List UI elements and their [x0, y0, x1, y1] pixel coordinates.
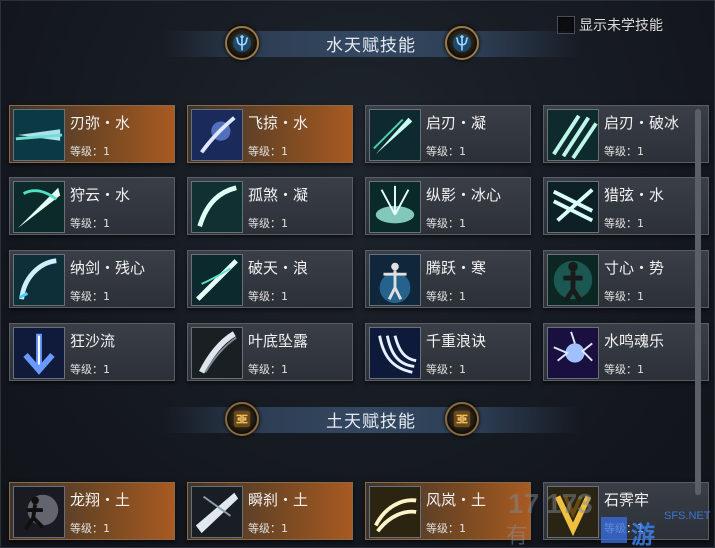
water-trident-icon	[225, 26, 259, 60]
skill-card[interactable]: 猎弦・水等级：1	[543, 177, 709, 235]
skill-name: 猎弦・水	[604, 186, 665, 204]
skill-level: 等级：1	[426, 522, 466, 535]
triple-blade-icon	[547, 109, 599, 161]
skill-level: 等级：1	[604, 217, 644, 230]
show-unlearned-label: 显示未学技能	[579, 18, 663, 34]
skill-card[interactable]: 叶底坠露等级：1	[187, 323, 353, 381]
earth-sigil-icon	[225, 402, 259, 436]
skill-level: 等级：1	[70, 363, 110, 376]
skill-level: 等级：1	[248, 522, 288, 535]
skill-level: 等级：1	[604, 290, 644, 303]
blade-strike-icon	[13, 109, 65, 161]
skill-card[interactable]: 腾跃・寒等级：1	[365, 250, 531, 308]
skill-name: 纳剑・残心	[70, 259, 146, 277]
site-watermark: 17 173 有 游 SFS.NET	[506, 483, 715, 548]
skill-level: 等级：1	[70, 145, 110, 158]
stance-figure-icon	[547, 254, 599, 306]
section-header-water: 水天赋技能	[161, 23, 581, 63]
skill-card[interactable]: 纵影・冰心等级：1	[365, 177, 531, 235]
skill-card[interactable]: 孤煞・凝等级：1	[187, 177, 353, 235]
skill-name: 启刃・破冰	[604, 114, 680, 132]
skill-level: 等级：1	[604, 145, 644, 158]
cloud-hunt-icon	[13, 181, 65, 233]
lone-slash-icon	[191, 181, 243, 233]
svg-text:17: 17	[508, 488, 539, 519]
dragon-dash-icon	[13, 486, 65, 538]
skill-card[interactable]: 千重浪诀等级：1	[365, 323, 531, 381]
skill-name: 孤煞・凝	[248, 186, 309, 204]
wave-claw-icon	[369, 327, 421, 379]
skill-name: 龙翔・土	[70, 491, 131, 509]
skill-name: 刃弥・水	[70, 114, 131, 132]
skill-card[interactable]: 狂沙流等级：1	[9, 323, 175, 381]
skill-name: 纵影・冰心	[426, 186, 502, 204]
skill-card[interactable]: 瞬刹・土等级：1	[187, 482, 353, 540]
skill-name: 瞬刹・土	[248, 491, 309, 509]
skill-card[interactable]: 破天・浪等级：1	[187, 250, 353, 308]
svg-text:有: 有	[506, 524, 528, 548]
svg-text:SFS.NET: SFS.NET	[664, 510, 711, 522]
skill-panel: 显示未学技能 水天赋技能 刃弥・水 等级：1 飞掠・水 等级：1 启刃・凝 等级：1 启刃・…	[0, 0, 715, 548]
skill-level: 等级：1	[426, 290, 466, 303]
skill-level: 等级：1	[248, 363, 288, 376]
skill-name: 寸心・势	[604, 259, 665, 277]
skill-level: 等级：1	[604, 363, 644, 376]
skill-level: 等级：1	[426, 363, 466, 376]
svg-text:173: 173	[546, 488, 593, 519]
lightning-orb-icon	[547, 327, 599, 379]
skill-card[interactable]: 龙翔・土等级：1	[9, 482, 175, 540]
skill-level: 等级：1	[248, 217, 288, 230]
section-title-earth: 土天赋技能	[326, 411, 416, 432]
skill-card[interactable]: 刃弥・水等级：1	[9, 105, 175, 163]
skill-name: 启刃・凝	[426, 114, 487, 132]
skill-name: 狂沙流	[70, 332, 116, 350]
skill-name: 水鸣魂乐	[604, 332, 665, 350]
skill-name: 破天・浪	[248, 259, 309, 277]
skill-card[interactable]: 启刃・破冰等级：1	[543, 105, 709, 163]
skill-card[interactable]: 狩云・水等级：1	[9, 177, 175, 235]
skill-level: 等级：1	[426, 217, 466, 230]
falling-dew-icon	[191, 327, 243, 379]
scrollbar[interactable]	[695, 109, 701, 495]
flying-slash-icon	[191, 109, 243, 161]
skill-level: 等级：1	[70, 522, 110, 535]
skill-card[interactable]: 水鸣魂乐等级：1	[543, 323, 709, 381]
blade-start-icon	[369, 109, 421, 161]
section-title-water: 水天赋技能	[326, 35, 416, 56]
earth-sigil-icon	[445, 402, 479, 436]
water-trident-icon	[445, 26, 479, 60]
skill-level: 等级：1	[70, 217, 110, 230]
sword-arc-icon	[13, 254, 65, 306]
wind-storm-icon	[369, 486, 421, 538]
skill-name: 腾跃・寒	[426, 259, 487, 277]
leap-figure-icon	[369, 254, 421, 306]
down-arrow-icon	[13, 327, 65, 379]
skill-name: 风岚・土	[426, 491, 487, 509]
skill-name: 千重浪诀	[426, 332, 487, 350]
instant-strike-icon	[191, 486, 243, 538]
skill-level: 等级：1	[248, 145, 288, 158]
hunter-string-icon	[547, 181, 599, 233]
skill-card[interactable]: 寸心・势等级：1	[543, 250, 709, 308]
section-header-earth: 土天赋技能	[161, 399, 581, 439]
skill-level: 等级：1	[248, 290, 288, 303]
skill-card[interactable]: 飞掠・水等级：1	[187, 105, 353, 163]
svg-text:游: 游	[631, 521, 655, 548]
skill-card[interactable]: 启刃・凝等级：1	[365, 105, 531, 163]
skill-level: 等级：1	[70, 290, 110, 303]
shadow-burst-icon	[369, 181, 421, 233]
skill-level: 等级：1	[426, 145, 466, 158]
skill-name: 狩云・水	[70, 186, 131, 204]
skill-card[interactable]: 纳剑・残心等级：1	[9, 250, 175, 308]
skill-name: 飞掠・水	[248, 114, 309, 132]
skill-name: 叶底坠露	[248, 332, 309, 350]
sky-breaker-icon	[191, 254, 243, 306]
